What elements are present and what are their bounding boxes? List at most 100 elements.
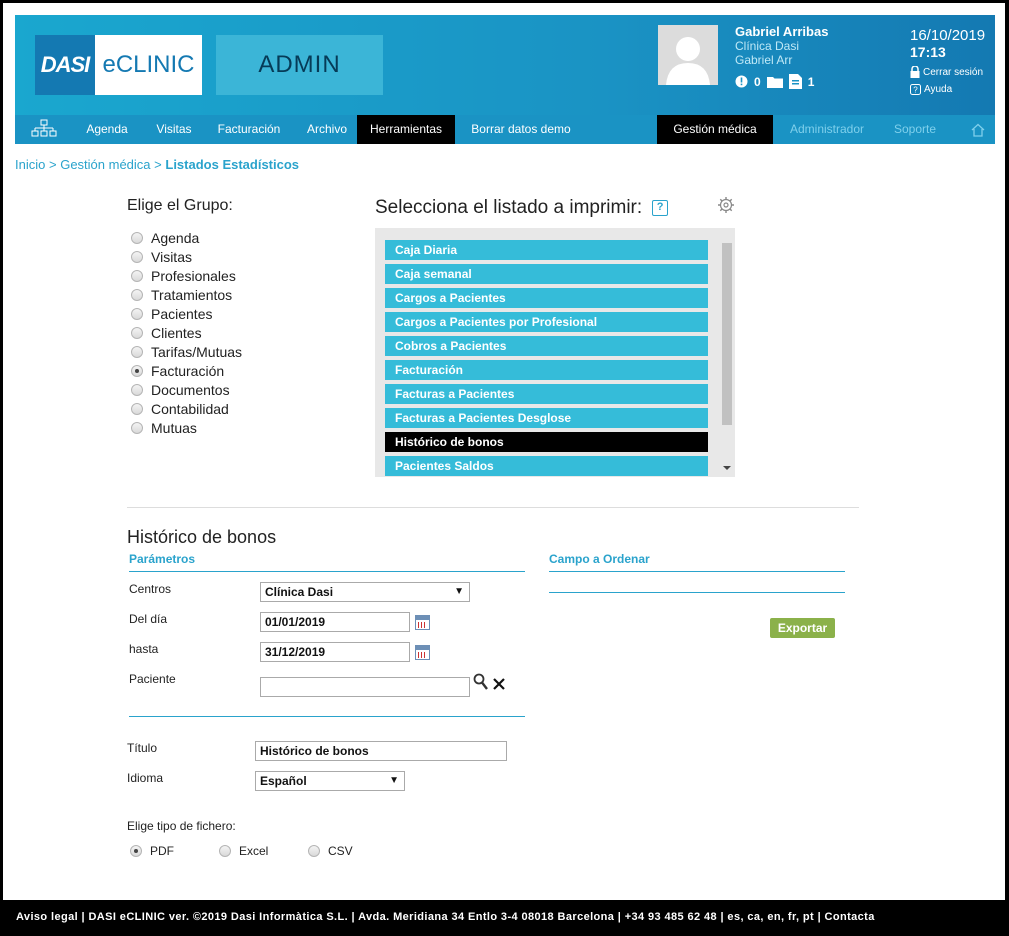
nav-herramientas[interactable]: Herramientas: [357, 115, 455, 144]
listing-item[interactable]: Facturas a Pacientes Desglose: [385, 408, 708, 428]
calendar-icon[interactable]: [415, 615, 430, 630]
filetype-pdf[interactable]: PDF: [130, 844, 174, 858]
breadcrumb-home[interactable]: Inicio: [15, 157, 45, 172]
listing-item[interactable]: Cargos a Pacientes: [385, 288, 708, 308]
help-icon[interactable]: ?: [652, 200, 669, 216]
footer-text[interactable]: Aviso legal | DASI eCLINIC ver. ©2019 Da…: [16, 911, 875, 923]
group-title: Elige el Grupo:: [127, 197, 233, 214]
from-date-input[interactable]: 01/01/2019: [260, 612, 410, 632]
nav-soporte[interactable]: Soporte: [883, 115, 947, 144]
breadcrumb: Inicio > Gestión médica > Listados Estad…: [15, 157, 299, 172]
breadcrumb-section[interactable]: Gestión médica: [60, 157, 150, 172]
order-title: Campo a Ordenar: [549, 552, 650, 566]
scrollbar-thumb[interactable]: [722, 243, 732, 425]
alert-icon[interactable]: [735, 75, 748, 88]
params-bottom-divider: [129, 716, 525, 717]
group-option-agenda[interactable]: Agenda: [131, 228, 242, 247]
listing-item[interactable]: Cargos a Pacientes por Profesional: [385, 312, 708, 332]
group-option-profesionales[interactable]: Profesionales: [131, 266, 242, 285]
patient-label: Paciente: [129, 672, 176, 686]
user-silhouette-icon: [666, 37, 710, 85]
group-option-contabilidad[interactable]: Contabilidad: [131, 399, 242, 418]
centros-label: Centros: [129, 582, 172, 596]
help-link[interactable]: ? Ayuda: [910, 84, 985, 95]
listing-item-selected[interactable]: Histórico de bonos: [385, 432, 708, 452]
params-title: Parámetros: [129, 552, 196, 566]
breadcrumb-current: Listados Estadísticos: [165, 157, 300, 172]
listing-title: Selecciona el listado a imprimir: ?: [375, 197, 669, 219]
nav-administrador[interactable]: Administrador: [779, 115, 875, 144]
group-option-clientes[interactable]: Clientes: [131, 323, 242, 342]
nav-borrar-datos-demo[interactable]: Borrar datos demo: [459, 115, 583, 144]
nav-facturacion[interactable]: Facturación: [209, 115, 289, 144]
help-label: Ayuda: [924, 84, 953, 95]
user-indicators: 0 1: [735, 74, 814, 89]
datetime: 16/10/2019 17:13 Cerrar sesión ? Ayuda: [910, 27, 985, 95]
footer: Aviso legal | DASI eCLINIC ver. ©2019 Da…: [0, 900, 1009, 936]
sitemap-icon[interactable]: [29, 115, 59, 144]
group-option-tratamientos[interactable]: Tratamientos: [131, 285, 242, 304]
listing-item[interactable]: Pacientes Saldos: [385, 456, 708, 476]
avatar[interactable]: [658, 25, 718, 85]
nav-visitas[interactable]: Visitas: [145, 115, 203, 144]
lock-icon: [910, 66, 920, 78]
folder-icon[interactable]: [766, 75, 783, 88]
filetype-excel[interactable]: Excel: [219, 844, 268, 858]
header: DASI eCLINIC ADMIN Gabriel Arribas Clíni…: [15, 15, 995, 115]
gear-icon[interactable]: [717, 196, 735, 214]
to-date-input[interactable]: 31/12/2019: [260, 642, 410, 662]
order-field-line[interactable]: [549, 592, 845, 593]
logo[interactable]: DASI eCLINIC: [35, 35, 202, 95]
listing-item[interactable]: Facturas a Pacientes: [385, 384, 708, 404]
module-label[interactable]: ADMIN: [216, 35, 383, 95]
order-divider: [549, 571, 845, 572]
user-info: Gabriel Arribas Clínica Dasi Gabriel Arr: [735, 24, 829, 68]
group-option-documentos[interactable]: Documentos: [131, 380, 242, 399]
report-title: Histórico de bonos: [127, 527, 277, 547]
home-icon[interactable]: [965, 115, 991, 144]
current-date: 16/10/2019: [910, 27, 986, 44]
titulo-label: Título: [127, 741, 158, 755]
nav-gestion-medica[interactable]: Gestión médica: [657, 115, 773, 144]
patient-input[interactable]: [260, 677, 470, 697]
divider: [127, 507, 859, 508]
group-option-tarifas-mutuas[interactable]: Tarifas/Mutuas: [131, 342, 242, 361]
nav-agenda[interactable]: Agenda: [77, 115, 137, 144]
listing-scrollbar[interactable]: [720, 243, 734, 475]
titulo-input[interactable]: Histórico de bonos: [255, 741, 507, 761]
search-icon[interactable]: [473, 673, 489, 691]
current-time: 17:13: [910, 44, 946, 60]
group-option-pacientes[interactable]: Pacientes: [131, 304, 242, 323]
document-icon[interactable]: [788, 74, 802, 89]
clear-icon[interactable]: [492, 677, 506, 691]
clinic-name[interactable]: Clínica Dasi: [735, 39, 828, 53]
listing-item[interactable]: Cobros a Pacientes: [385, 336, 708, 356]
logout-label: Cerrar sesión: [923, 66, 984, 78]
params-divider: [129, 571, 525, 572]
chevron-down-icon: ▼: [454, 586, 464, 597]
group-option-mutuas[interactable]: Mutuas: [131, 418, 242, 437]
listing-item[interactable]: Facturación: [385, 360, 708, 380]
idioma-label: Idioma: [127, 771, 164, 785]
filetype-csv[interactable]: CSV: [308, 844, 353, 858]
group-option-facturacion[interactable]: Facturación: [131, 361, 242, 380]
to-label: hasta: [129, 642, 159, 656]
breadcrumb-separator: >: [154, 157, 162, 172]
user-short: Gabriel Arr: [735, 53, 793, 67]
listing-item[interactable]: Caja semanal: [385, 264, 708, 284]
export-button[interactable]: Exportar: [770, 618, 835, 638]
alerts-count: 0: [754, 74, 761, 89]
listing-item[interactable]: Caja Diaria: [385, 240, 708, 260]
nav-archivo[interactable]: Archivo: [297, 115, 357, 144]
docs-count: 1: [807, 74, 815, 89]
idioma-select[interactable]: Español ▼: [255, 771, 405, 791]
from-label: Del día: [129, 612, 168, 626]
user-name: Gabriel Arribas: [735, 24, 829, 39]
scroll-down-icon[interactable]: [722, 465, 732, 471]
calendar-icon[interactable]: [415, 645, 430, 660]
centros-select[interactable]: Clínica Dasi ▼: [260, 582, 470, 602]
logout-link[interactable]: Cerrar sesión: [910, 66, 985, 78]
svg-text:?: ?: [913, 86, 918, 95]
centros-value: Clínica Dasi: [265, 585, 334, 599]
group-option-visitas[interactable]: Visitas: [131, 247, 242, 266]
